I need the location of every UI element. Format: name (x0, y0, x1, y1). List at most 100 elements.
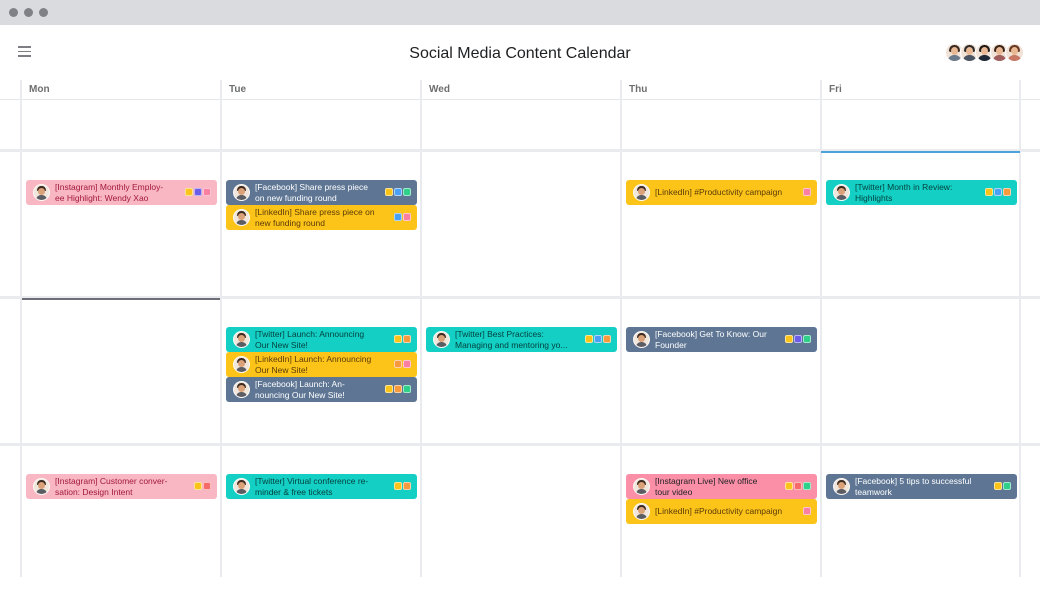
event-title: [Facebook] Share press piece on new fund… (255, 182, 368, 203)
weekday-header-row: Mon Tue Wed Thu Fri (0, 80, 1040, 100)
assignee-avatar (233, 331, 250, 348)
event-card[interactable]: [Facebook] Launch: An- nouncing Our New … (226, 377, 417, 402)
close-dot[interactable] (9, 8, 18, 17)
event-card[interactable]: [Instagram Live] New office tour video (626, 474, 817, 499)
event-card[interactable]: [Instagram] Customer conver- sation: Des… (26, 474, 217, 499)
event-card[interactable]: [LinkedIn] Launch: Announcing Our New Si… (226, 352, 417, 377)
assignee-avatar (233, 381, 250, 398)
day-cell[interactable] (622, 299, 820, 444)
event-title: [LinkedIn] Launch: Announcing Our New Si… (255, 354, 372, 375)
tag-swatch (1003, 482, 1011, 490)
tag-swatch (803, 482, 811, 490)
day-cell[interactable] (422, 446, 620, 591)
tag-swatch (785, 482, 793, 490)
event-title: [LinkedIn] #Productivity campaign (655, 506, 783, 516)
event-card[interactable]: [Twitter] Month in Review: Highlights (826, 180, 1017, 205)
tag-swatch (403, 213, 411, 221)
event-tags (785, 335, 811, 344)
day-cell[interactable] (22, 299, 220, 444)
assignee-avatar (33, 184, 50, 201)
event-tags (394, 335, 411, 344)
event-tags (394, 213, 411, 222)
assignee-avatar (833, 478, 850, 495)
event-card[interactable]: [Facebook] Share press piece on new fund… (226, 180, 417, 205)
tag-swatch (385, 385, 393, 393)
event-title: [Twitter] Virtual conference re- minder … (255, 476, 369, 497)
event-title: [Instagram Live] New office tour video (655, 476, 758, 497)
event-card[interactable]: [Twitter] Launch: Announcing Our New Sit… (226, 327, 417, 352)
weekday-fri: Fri (829, 84, 842, 95)
day-cell[interactable] (22, 446, 220, 591)
event-tags (803, 507, 811, 516)
window-titlebar (0, 0, 1040, 25)
event-card[interactable]: [LinkedIn] #Productivity campaign (626, 180, 817, 205)
tag-swatch (403, 360, 411, 368)
event-tags (985, 188, 1011, 197)
month-start-indicator (22, 298, 220, 300)
event-tags (185, 188, 211, 197)
event-card[interactable]: [LinkedIn] Share press piece on new fund… (226, 205, 417, 230)
day-cell[interactable] (22, 152, 220, 297)
day-cell[interactable] (622, 152, 820, 297)
maximize-dot[interactable] (39, 8, 48, 17)
tag-swatch (1003, 188, 1011, 196)
weekday-tue: Tue (229, 84, 247, 95)
page-title: Social Media Content Calendar (409, 45, 631, 62)
tag-swatch (194, 188, 202, 196)
tag-swatch (394, 482, 402, 490)
day-cell[interactable] (422, 299, 620, 444)
assignee-avatar (633, 184, 650, 201)
day-cell[interactable] (822, 299, 1020, 444)
event-tags (385, 385, 411, 394)
event-card[interactable]: [LinkedIn] #Productivity campaign (626, 499, 817, 524)
tag-swatch (385, 188, 393, 196)
event-card[interactable]: [Facebook] 5 tips to successful teamwork (826, 474, 1017, 499)
today-indicator (821, 151, 1020, 153)
event-title: [LinkedIn] Share press piece on new fund… (255, 207, 375, 228)
event-title: [Facebook] 5 tips to successful teamwork (855, 476, 972, 497)
tag-swatch (794, 482, 802, 490)
tag-swatch (803, 335, 811, 343)
tag-swatch (603, 335, 611, 343)
assignee-avatar (233, 209, 250, 226)
weekday-wed: Wed (429, 84, 450, 95)
event-card[interactable]: [Instagram] Monthly Employ- ee Highlight… (26, 180, 217, 205)
tag-swatch (394, 213, 402, 221)
minimize-dot[interactable] (24, 8, 33, 17)
assignee-avatar (233, 184, 250, 201)
assignee-avatar (633, 503, 650, 520)
tag-swatch (803, 188, 811, 196)
assignee-avatar (33, 478, 50, 495)
assignee-avatar (233, 478, 250, 495)
day-cell[interactable] (422, 152, 620, 297)
weekday-thu: Thu (629, 84, 648, 95)
tag-swatch (403, 188, 411, 196)
event-title: [Instagram] Customer conver- sation: Des… (55, 476, 168, 497)
tag-swatch (203, 188, 211, 196)
member-avatar-5[interactable] (1005, 43, 1024, 62)
event-card[interactable]: [Twitter] Best Practices: Managing and m… (426, 327, 617, 352)
event-card[interactable]: [Twitter] Virtual conference re- minder … (226, 474, 417, 499)
event-title: [Twitter] Launch: Announcing Our New Sit… (255, 329, 365, 350)
tag-swatch (394, 335, 402, 343)
tag-swatch (403, 335, 411, 343)
weekday-mon: Mon (29, 84, 50, 95)
assignee-avatar (633, 478, 650, 495)
event-card[interactable]: [Facebook] Get To Know: Our Founder (626, 327, 817, 352)
tag-swatch (985, 188, 993, 196)
event-title: [Facebook] Launch: An- nouncing Our New … (255, 379, 345, 400)
assignee-avatar (833, 184, 850, 201)
day-cell[interactable] (822, 152, 1020, 297)
tag-swatch (585, 335, 593, 343)
event-tags (785, 482, 811, 491)
tag-swatch (185, 188, 193, 196)
tag-swatch (994, 482, 1002, 490)
assignee-avatar (233, 356, 250, 373)
tag-swatch (194, 482, 202, 490)
event-tags (394, 482, 411, 491)
tag-swatch (994, 188, 1002, 196)
event-tags (394, 360, 411, 369)
tag-swatch (594, 335, 602, 343)
day-cell[interactable] (222, 446, 420, 591)
day-cell[interactable] (822, 446, 1020, 591)
